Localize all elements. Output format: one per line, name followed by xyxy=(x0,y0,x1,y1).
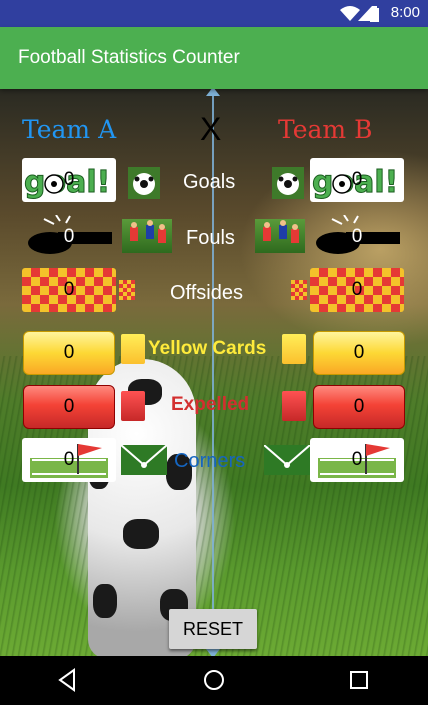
status-time: 8:00 xyxy=(390,4,420,21)
versus-label: X xyxy=(200,111,222,147)
team-b-fouls-button[interactable]: 0 xyxy=(310,215,404,259)
status-bar: 8:00 xyxy=(0,0,428,27)
red-card-icon-b xyxy=(282,391,306,421)
goals-ball-icon-a xyxy=(128,167,160,199)
recents-icon[interactable] xyxy=(348,668,370,692)
team-a-name: Team A xyxy=(22,115,117,144)
team-a-goals-button[interactable]: goal! 0 xyxy=(22,158,116,202)
team-b-goals-count: 0 xyxy=(351,169,363,190)
team-a-corners-count: 0 xyxy=(63,449,75,470)
goals-label: Goals xyxy=(183,171,236,193)
team-b-corners-button[interactable]: 0 xyxy=(310,438,404,482)
team-b-yellow-cards-button[interactable]: 0 xyxy=(313,331,405,375)
team-a-offsides-count: 0 xyxy=(63,279,75,300)
team-b-offsides-count: 0 xyxy=(351,279,363,300)
scoreboard: Team A X Team B goal! 0 Goals goal! 0 0 … xyxy=(0,89,428,656)
battery-icon xyxy=(370,6,379,22)
yellow-card-icon-a xyxy=(121,334,145,364)
team-b-offsides-button[interactable]: 0 xyxy=(310,268,404,312)
team-b-yellow-cards-count: 0 xyxy=(353,342,365,363)
team-a-fouls-button[interactable]: 0 xyxy=(22,215,116,259)
app-title: Football Statistics Counter xyxy=(18,47,240,68)
team-a-corners-button[interactable]: 0 xyxy=(22,438,116,482)
team-b-goals-button[interactable]: goal! 0 xyxy=(310,158,404,202)
team-a-yellow-cards-button[interactable]: 0 xyxy=(23,331,115,375)
corners-field-icon-a xyxy=(121,445,167,475)
offsides-flag-icon-a xyxy=(119,280,135,300)
home-icon[interactable] xyxy=(202,668,226,692)
wifi-icon xyxy=(340,6,360,21)
red-card-icon-a xyxy=(121,391,145,421)
team-b-expelled-button[interactable]: 0 xyxy=(313,385,405,429)
reset-button[interactable]: RESET xyxy=(169,609,257,649)
team-a-offsides-button[interactable]: 0 xyxy=(22,268,116,312)
team-a-goals-count: 0 xyxy=(63,169,75,190)
fouls-players-icon-a xyxy=(122,219,172,253)
goals-ball-icon-b xyxy=(272,167,304,199)
app-bar: Football Statistics Counter xyxy=(0,27,428,89)
team-a-expelled-button[interactable]: 0 xyxy=(23,385,115,429)
team-b-name: Team B xyxy=(278,115,373,144)
team-b-fouls-count: 0 xyxy=(351,226,363,247)
expelled-label: Expelled xyxy=(171,394,250,415)
team-a-yellow-cards-count: 0 xyxy=(63,342,75,363)
team-a-fouls-count: 0 xyxy=(63,226,75,247)
team-b-corners-count: 0 xyxy=(351,449,363,470)
navigation-bar xyxy=(0,656,428,705)
back-icon[interactable] xyxy=(56,668,78,692)
divider-arrow-bottom-icon xyxy=(206,649,220,656)
yellow-card-icon-b xyxy=(282,334,306,364)
fouls-label: Fouls xyxy=(186,227,235,249)
team-a-expelled-count: 0 xyxy=(63,396,75,417)
divider-arrow-top-icon xyxy=(206,89,220,96)
corners-label: Corners xyxy=(174,450,246,472)
team-b-expelled-count: 0 xyxy=(353,396,365,417)
corners-field-icon-b xyxy=(264,445,310,475)
offsides-label: Offsides xyxy=(170,282,243,304)
fouls-players-icon-b xyxy=(255,219,305,253)
offsides-flag-icon-b xyxy=(291,280,307,300)
yellow-cards-label: Yellow Cards xyxy=(148,338,267,359)
